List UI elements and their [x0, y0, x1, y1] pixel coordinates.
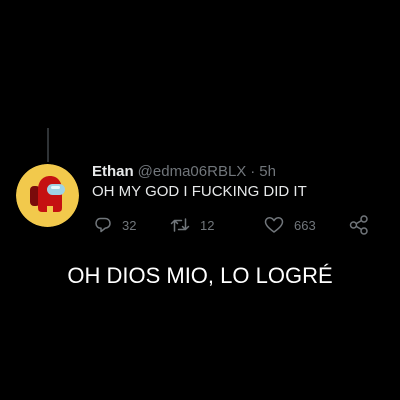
avatar[interactable]	[16, 164, 79, 227]
like-button[interactable]: 663	[264, 214, 316, 236]
retweet-icon	[170, 218, 190, 232]
tweet-header: Ethan @edma06RBLX · 5h	[92, 162, 276, 182]
retweet-count: 12	[200, 217, 215, 233]
display-name[interactable]: Ethan	[92, 163, 134, 180]
among-us-crewmate-icon	[16, 164, 79, 227]
handle[interactable]: @edma06RBLX	[138, 163, 247, 180]
like-count: 663	[294, 217, 316, 233]
reply-count: 32	[122, 217, 137, 233]
thread-line	[47, 128, 49, 162]
retweet-button[interactable]: 12	[170, 214, 214, 236]
share-icon	[349, 215, 368, 235]
timestamp[interactable]: 5h	[259, 163, 276, 180]
tweet-text: OH MY GOD I FUCKING DID IT	[92, 183, 307, 200]
tweet-actions: 32 12 663	[92, 214, 382, 236]
reply-button[interactable]: 32	[94, 214, 136, 236]
heart-icon	[264, 217, 284, 233]
share-button[interactable]	[348, 214, 370, 236]
translation-caption: OH DIOS MIO, LO LOGRÉ	[67, 263, 333, 288]
separator-dot: ·	[250, 163, 256, 180]
reply-icon	[95, 217, 111, 233]
